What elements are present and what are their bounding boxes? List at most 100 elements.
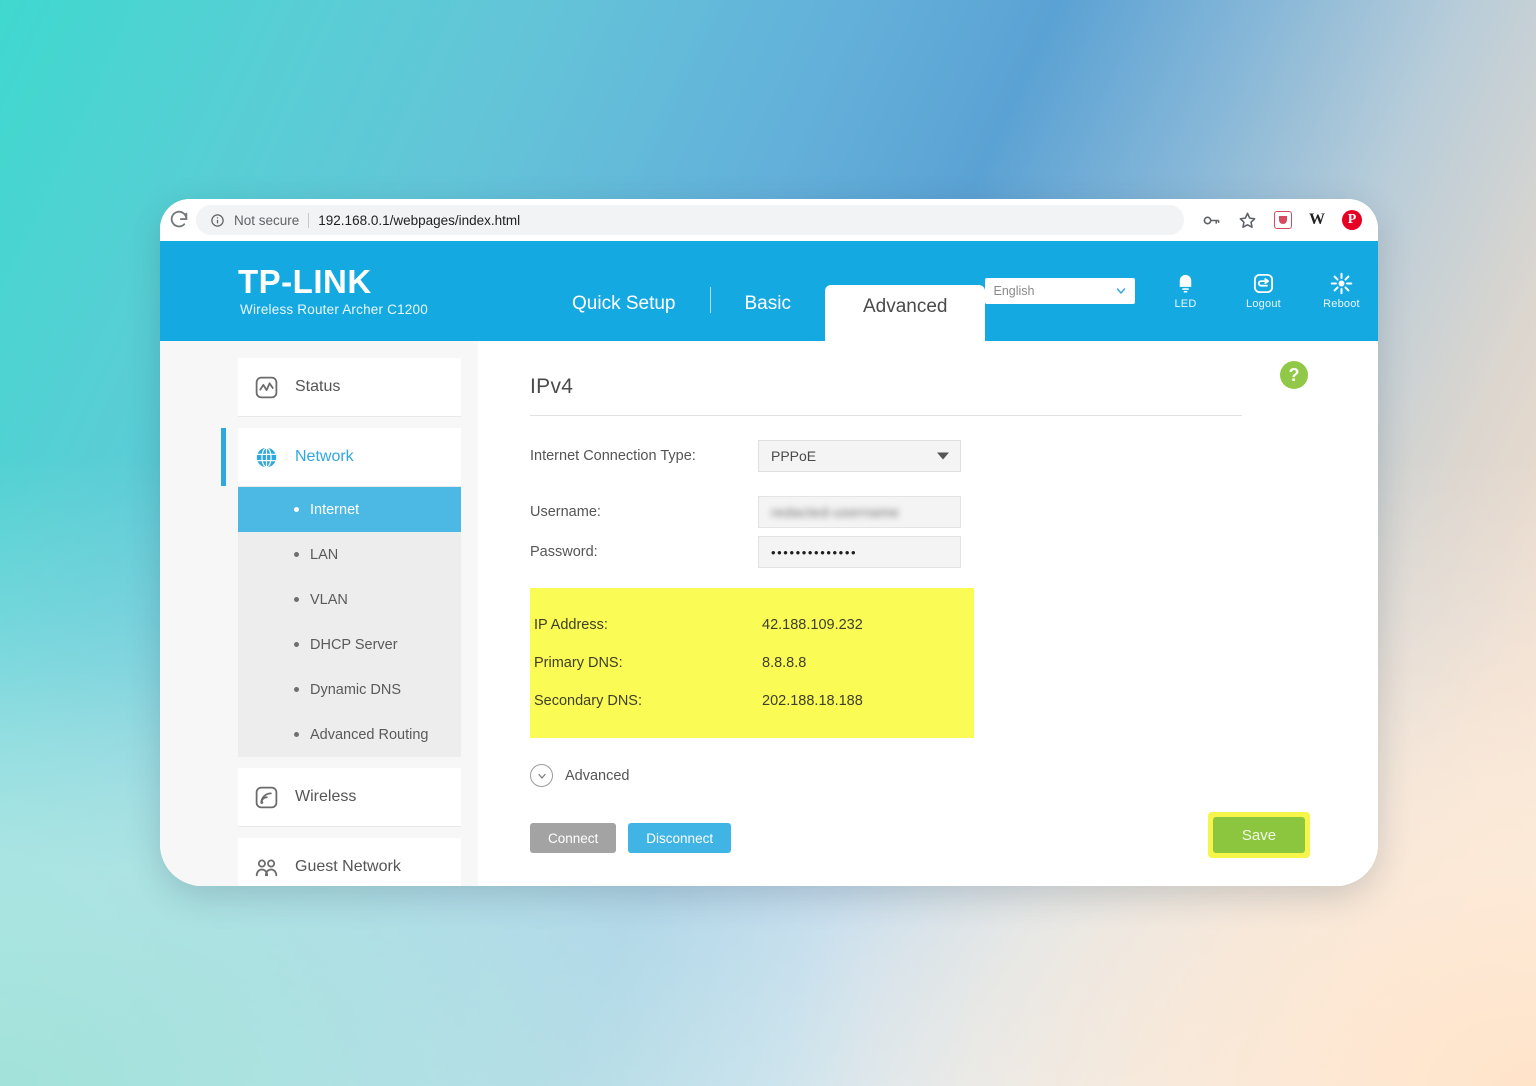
wireless-signal-icon xyxy=(255,786,278,808)
username-value: redacted-username xyxy=(771,504,900,520)
sidebar-item-label: Guest Network xyxy=(295,858,401,875)
password-label: Password: xyxy=(530,544,598,560)
ip-address-value: 42.188.109.232 xyxy=(762,617,863,633)
browser-chrome-bar: Not secure 192.168.0.1/webpages/index.ht… xyxy=(160,199,1378,241)
password-row: Password: •••••••••••••• xyxy=(530,536,1334,568)
password-key-icon[interactable] xyxy=(1202,211,1221,230)
sidebar-subitem-advanced-routing[interactable]: Advanced Routing xyxy=(238,712,461,757)
logout-label: Logout xyxy=(1246,298,1281,310)
sidebar-item-label: Wireless xyxy=(295,788,357,805)
sidebar-subitem-dhcp-server[interactable]: DHCP Server xyxy=(238,622,461,667)
router-header: TP-LINK Wireless Router Archer C1200 Qui… xyxy=(160,241,1378,341)
led-label: LED xyxy=(1174,298,1197,310)
address-bar-url[interactable]: 192.168.0.1/webpages/index.html xyxy=(318,213,520,228)
sidebar-item-label: Network xyxy=(295,448,354,465)
main-nav-tabs: Quick Setup Basic Advanced xyxy=(538,241,986,341)
language-select[interactable]: English xyxy=(985,278,1136,304)
tab-quick-setup[interactable]: Quick Setup xyxy=(538,293,710,341)
advanced-section-toggle[interactable]: Advanced xyxy=(530,764,1334,787)
save-button[interactable]: Save xyxy=(1213,817,1305,853)
tab-advanced[interactable]: Advanced xyxy=(824,285,986,341)
advanced-toggle-label: Advanced xyxy=(565,767,630,784)
browser-window: Not secure 192.168.0.1/webpages/index.ht… xyxy=(160,199,1378,886)
sidebar-item-status[interactable]: Status xyxy=(238,358,461,417)
sidebar-subitem-label: Internet xyxy=(310,501,360,518)
connection-type-select[interactable]: PPPoE xyxy=(758,440,961,472)
sidebar: Status Network Internet LAN VLAN DHCP Se… xyxy=(160,341,478,886)
connection-type-label: Internet Connection Type: xyxy=(530,448,696,464)
network-subnav: Internet LAN VLAN DHCP Server Dynamic DN… xyxy=(238,487,461,757)
tplink-logo: TP-LINK xyxy=(238,262,372,300)
address-bar[interactable]: Not secure 192.168.0.1/webpages/index.ht… xyxy=(196,205,1184,235)
sidebar-subitem-label: VLAN xyxy=(310,591,348,608)
network-globe-icon xyxy=(256,447,277,467)
password-input[interactable]: •••••••••••••• xyxy=(758,536,961,568)
content-panel: ? IPv4 Internet Connection Type: PPPoE U… xyxy=(478,341,1378,886)
username-row: Username: redacted-username xyxy=(530,496,1334,528)
primary-dns-label: Primary DNS: xyxy=(534,655,623,671)
chevron-down-circle-icon xyxy=(530,764,553,787)
help-button[interactable]: ? xyxy=(1280,361,1308,389)
logout-button[interactable]: Logout xyxy=(1235,272,1291,310)
sidebar-subitem-label: Advanced Routing xyxy=(310,726,429,743)
info-circle-icon[interactable] xyxy=(210,213,225,228)
header-right-controls: English LED Logout Reboot xyxy=(985,272,1377,310)
bullet-icon xyxy=(294,597,299,602)
secondary-dns-label: Secondary DNS: xyxy=(534,693,642,709)
chevron-down-icon xyxy=(937,452,949,460)
language-select-value: English xyxy=(993,284,1035,298)
sidebar-subitem-lan[interactable]: LAN xyxy=(238,532,461,577)
connection-status-highlight: IP Address: 42.188.109.232 Primary DNS: … xyxy=(530,588,974,738)
connection-type-value: PPPoE xyxy=(771,448,817,464)
brand-block: TP-LINK Wireless Router Archer C1200 xyxy=(238,262,538,318)
chevron-down-icon xyxy=(1117,288,1126,294)
ip-address-label: IP Address: xyxy=(534,617,608,633)
sidebar-item-label: Status xyxy=(295,378,341,395)
bullet-icon xyxy=(294,687,299,692)
ip-address-row: IP Address: 42.188.109.232 xyxy=(530,606,974,644)
page-title: IPv4 xyxy=(530,375,1242,416)
bookmark-star-icon[interactable] xyxy=(1238,211,1257,230)
connection-type-row: Internet Connection Type: PPPoE xyxy=(530,440,1334,472)
disconnect-button[interactable]: Disconnect xyxy=(628,823,732,853)
guest-network-people-icon xyxy=(255,859,278,876)
bullet-icon xyxy=(294,507,299,512)
reboot-label: Reboot xyxy=(1323,298,1360,310)
primary-dns-value: 8.8.8.8 xyxy=(762,655,807,671)
sidebar-item-network[interactable]: Network xyxy=(221,428,461,487)
secondary-dns-value: 202.188.18.188 xyxy=(762,693,863,709)
reboot-button[interactable]: Reboot xyxy=(1313,272,1369,310)
router-model-subtitle: Wireless Router Archer C1200 xyxy=(240,302,428,318)
status-chart-icon xyxy=(255,376,278,398)
sidebar-item-guest-network[interactable]: Guest Network xyxy=(238,838,461,886)
sidebar-subitem-dynamic-dns[interactable]: Dynamic DNS xyxy=(238,667,461,712)
address-bar-divider xyxy=(308,212,310,228)
sidebar-subitem-label: DHCP Server xyxy=(310,636,398,653)
tab-basic[interactable]: Basic xyxy=(711,293,825,341)
sidebar-subitem-label: LAN xyxy=(310,546,339,563)
password-value: •••••••••••••• xyxy=(771,544,858,560)
logout-icon xyxy=(1253,273,1274,294)
browser-toolbar-actions: W P xyxy=(1202,210,1362,230)
reboot-icon xyxy=(1330,272,1353,295)
sidebar-subitem-internet[interactable]: Internet xyxy=(238,487,461,532)
sidebar-subitem-vlan[interactable]: VLAN xyxy=(238,577,461,622)
bullet-icon xyxy=(294,642,299,647)
extension-pocket-icon[interactable] xyxy=(1274,211,1292,229)
connect-button[interactable]: Connect xyxy=(530,823,617,853)
username-input[interactable]: redacted-username xyxy=(758,496,961,528)
led-button[interactable]: LED xyxy=(1157,272,1213,310)
save-button-highlight: Save xyxy=(1208,812,1310,858)
extension-wikipedia-icon[interactable]: W xyxy=(1309,212,1325,228)
sidebar-subitem-label: Dynamic DNS xyxy=(310,681,402,698)
not-secure-label: Not secure xyxy=(234,212,300,228)
reload-icon[interactable] xyxy=(168,209,190,231)
bullet-icon xyxy=(294,552,299,557)
bullet-icon xyxy=(294,732,299,737)
username-label: Username: xyxy=(530,504,601,520)
sidebar-item-wireless[interactable]: Wireless xyxy=(238,768,461,827)
extension-pinterest-icon[interactable]: P xyxy=(1342,210,1362,230)
